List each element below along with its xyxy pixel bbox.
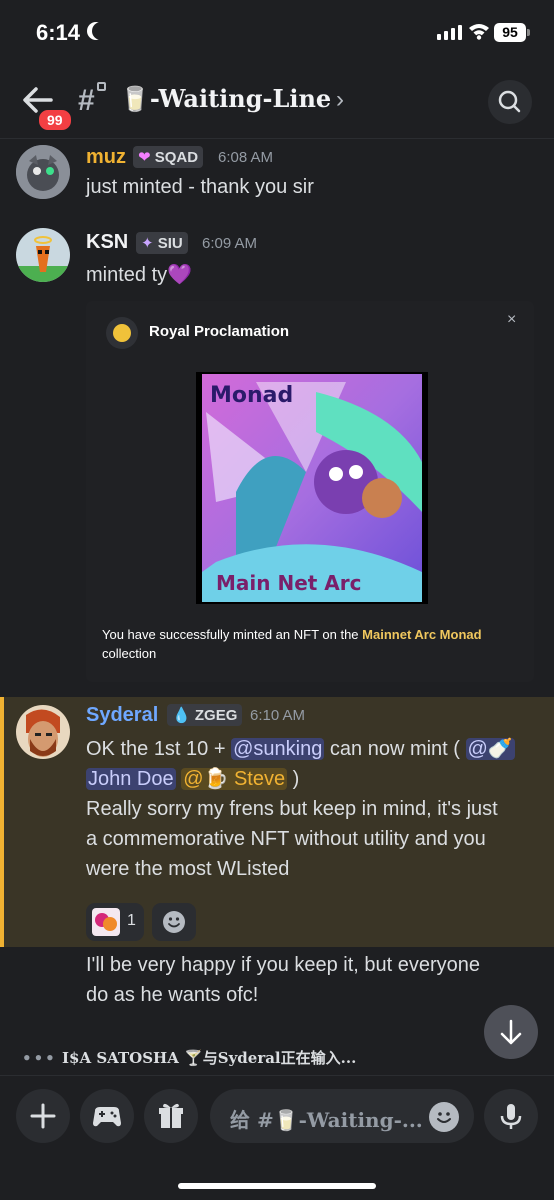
search-icon [498, 90, 521, 113]
do-not-disturb-moon-icon [92, 22, 110, 40]
home-indicator [178, 1183, 376, 1189]
embed-description: You have successfully minted an NFT on t… [102, 625, 522, 663]
nft-title-top: Monad [210, 383, 293, 408]
text-line: I'll be very happy if you keep it, but e… [86, 954, 481, 976]
unread-count-badge: 99 [36, 107, 74, 133]
close-icon[interactable]: × [507, 311, 516, 329]
add-reaction-button[interactable] [152, 903, 196, 941]
text-segment: OK the 1st 10 + [86, 738, 232, 760]
avatar-ksn[interactable] [16, 228, 70, 282]
reaction-pill[interactable]: 1 [86, 903, 144, 941]
lock-icon [97, 82, 106, 91]
add-reaction-smiley-icon [163, 911, 185, 933]
status-bar: 6:14 95 [0, 0, 554, 64]
gift-button[interactable] [144, 1089, 198, 1143]
message-text: minted ty💜 [86, 264, 193, 286]
author-name[interactable]: Syderal [86, 704, 158, 727]
guild-tag-label: SIU [157, 235, 183, 252]
message-followup[interactable]: I'll be very happy if you keep it, but e… [0, 950, 554, 1020]
collection-name[interactable]: Mainnet Arc Monad [362, 627, 481, 642]
message-timestamp: 6:08 AM [218, 149, 274, 166]
message-text: just minted - thank you sir [86, 176, 314, 198]
guild-tag[interactable]: 💧 ZGEG [167, 704, 243, 726]
text-line: Really sorry my frens but keep in mind, … [86, 798, 498, 820]
author-name[interactable]: muz [86, 146, 126, 169]
private-channel-hash-icon: # [78, 84, 95, 117]
wifi-icon [469, 24, 489, 40]
reaction-count: 1 [127, 912, 136, 929]
nft-title-bottom: Main Net Arc [216, 571, 361, 595]
guild-tag[interactable]: ✦ SIU [136, 232, 188, 254]
embed-text-suffix: collection [102, 646, 157, 661]
text-line: a commemorative NFT without utility and … [86, 828, 486, 850]
guild-tag-label: SQAD [154, 149, 199, 166]
text-line: were the most WListed [86, 858, 290, 880]
channel-header: 99 # 🥛-Waiting-Line › [0, 64, 554, 139]
plus-icon [30, 1103, 56, 1129]
message-input-placeholder: 给 #🥛-Waiting-... [230, 1108, 423, 1132]
typing-text: I$A SATOSHA 🍸与Syderal正在输入... [62, 1049, 357, 1067]
text-segment: can now mint ( [324, 738, 466, 760]
embed-title: Royal Proclamation [149, 323, 290, 340]
voice-message-button[interactable] [484, 1089, 538, 1143]
message-timestamp: 6:09 AM [202, 235, 258, 252]
avatar-muz[interactable] [16, 145, 70, 199]
user-mention-john-doe[interactable]: John Doe [86, 768, 176, 790]
search-button[interactable] [488, 80, 532, 124]
message-syderal-mentioned[interactable]: Syderal 💧 ZGEG 6:10 AM OK the 1st 10 + @… [0, 697, 554, 947]
channel-name[interactable]: 🥛-Waiting-Line [120, 84, 331, 113]
status-time: 6:14 [36, 20, 81, 45]
message-input[interactable]: 给 #🥛-Waiting-... [210, 1089, 474, 1143]
battery-tip [527, 29, 530, 36]
user-mention-bottle[interactable]: @🍼 [465, 738, 515, 760]
user-mention-steve[interactable]: @🍺 Steve [181, 768, 288, 790]
game-controller-icon [93, 1107, 121, 1127]
check-badge-icon [106, 317, 138, 349]
avatar-syderal[interactable] [16, 705, 70, 759]
smiley-icon [437, 1112, 451, 1123]
reaction-emoji-icon [92, 908, 120, 936]
add-attachment-button[interactable] [16, 1089, 70, 1143]
microphone-icon [500, 1104, 522, 1129]
nft-artwork-image[interactable]: Monad Main Net Arc [196, 372, 428, 604]
message-text: I'll be very happy if you keep it, but e… [86, 950, 546, 1010]
user-mention-sunking[interactable]: @sunking [231, 738, 325, 760]
activities-button[interactable] [80, 1089, 134, 1143]
message-text: OK the 1st 10 + @sunking can now mint ( … [86, 734, 546, 884]
message-muz[interactable]: muz ❤ SQAD 6:08 AM just minted - thank y… [0, 140, 554, 220]
embed-text-prefix: You have successfully minted an NFT on t… [102, 627, 363, 642]
emoji-picker-button[interactable] [429, 1102, 459, 1132]
arrow-down-icon [500, 1019, 522, 1045]
battery-indicator: 95 [494, 23, 526, 42]
message-ksn[interactable]: KSN ✦ SIU 6:09 AM minted ty💜 [0, 226, 554, 296]
mint-notification-embed: Royal Proclamation × Monad Main Net Arc … [86, 301, 534, 682]
guild-tag[interactable]: ❤ SQAD [133, 146, 204, 168]
jump-to-latest-button[interactable] [484, 1005, 538, 1059]
cellular-signal-icon [437, 24, 463, 40]
chevron-right-icon[interactable]: › [336, 86, 344, 114]
typing-indicator: ••• I$A SATOSHA 🍸与Syderal正在输入... [22, 1047, 356, 1068]
text-line: do as he wants ofc! [86, 984, 259, 1006]
typing-dots-icon: ••• [22, 1049, 57, 1067]
text-segment: ) [287, 768, 300, 790]
message-timestamp: 6:10 AM [250, 707, 306, 724]
guild-tag-label: ZGEG [194, 707, 238, 724]
author-name[interactable]: KSN [86, 231, 128, 254]
gift-icon [159, 1103, 183, 1128]
message-composer: 给 #🥛-Waiting-... [0, 1075, 554, 1200]
